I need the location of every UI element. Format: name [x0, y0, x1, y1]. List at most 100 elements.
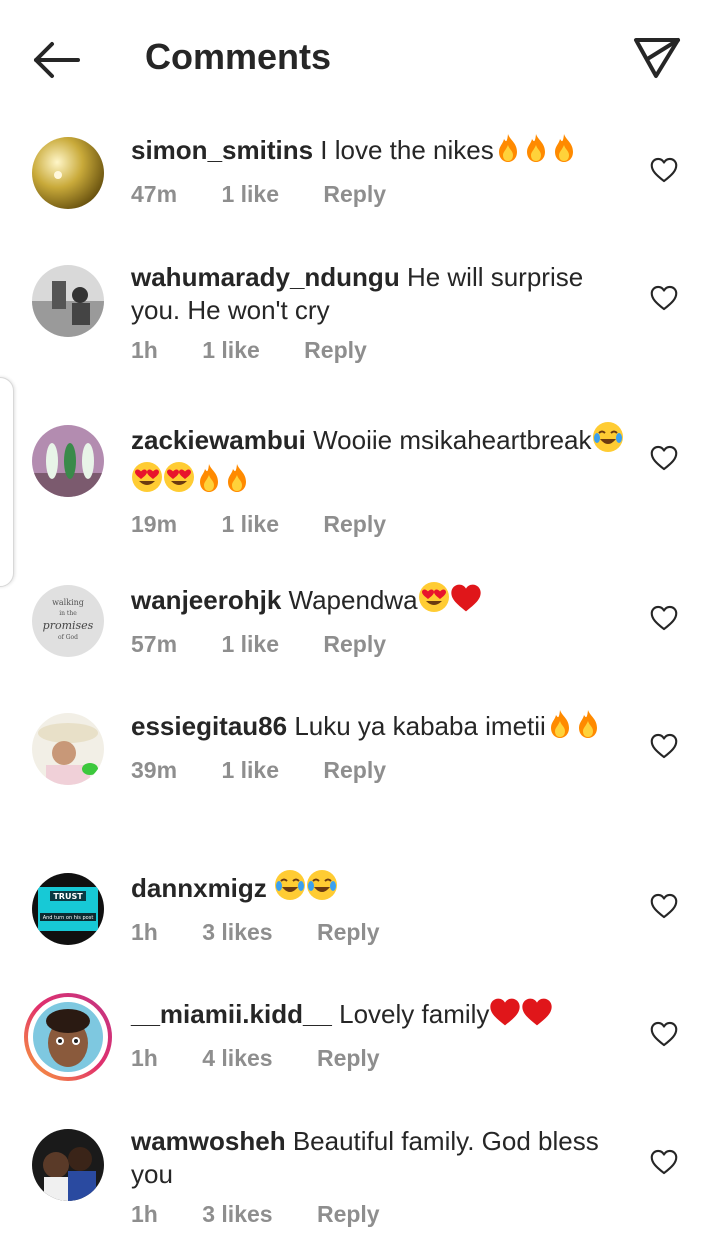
like-heart-icon[interactable] [650, 893, 678, 919]
username-link[interactable]: essiegitau86 [131, 711, 287, 741]
fire-emoji-icon [550, 133, 578, 171]
like-heart-icon[interactable] [650, 445, 678, 471]
username-link[interactable]: wanjeerohjk [131, 585, 281, 615]
avatar-story-ring[interactable] [24, 993, 112, 1081]
avatar[interactable] [32, 137, 104, 209]
timestamp: 1h [131, 1045, 158, 1071]
comment-meta: 57m 1 like Reply [131, 631, 631, 658]
reply-button[interactable]: Reply [323, 511, 386, 537]
emoji-group [489, 998, 553, 1029]
back-button[interactable] [28, 32, 84, 88]
comment-text-line: dannxmigz [131, 869, 631, 909]
side-edge-handle[interactable] [0, 377, 14, 587]
reply-button[interactable]: Reply [323, 631, 386, 657]
likes-count[interactable]: 1 like [221, 757, 279, 783]
username-link[interactable]: zackiewambui [131, 425, 306, 455]
username-link[interactable]: dannxmigz [131, 873, 267, 903]
comment-text-line: essiegitau86 Luku ya kababa imetii [131, 709, 631, 747]
comment-body: zackiewambui Wooiie msikaheartbreak 19m … [131, 421, 631, 538]
red-heart-emoji-icon [450, 583, 482, 621]
comment-body: simon_smitins I love the nikes 47m 1 lik… [131, 133, 631, 208]
comment-text-line: simon_smitins I love the nikes [131, 133, 631, 171]
fire-emoji-icon [494, 133, 522, 171]
fire-emoji-icon [195, 463, 223, 501]
comment-meta: 1h 4 likes Reply [131, 1045, 631, 1072]
joy-emoji-icon [592, 421, 624, 461]
likes-count[interactable]: 3 likes [202, 1201, 272, 1227]
comment-text: Luku ya kababa imetii [294, 711, 546, 741]
comment-body: wanjeerohjk Wapendwa 57m 1 like Reply [131, 581, 631, 658]
avatar[interactable]: TRUST And turn on his post [32, 873, 104, 945]
like-heart-icon[interactable] [650, 605, 678, 631]
likes-count[interactable]: 1 like [221, 181, 279, 207]
comment-body: __miamii.kidd__ Lovely family 1h 4 likes… [131, 997, 631, 1072]
comment-meta: 19m 1 like Reply [131, 511, 631, 538]
reply-button[interactable]: Reply [317, 1201, 380, 1227]
comment-text: I love the nikes [320, 135, 494, 165]
joy-emoji-icon [274, 869, 306, 909]
like-heart-icon[interactable] [650, 157, 678, 183]
page-title: Comments [145, 36, 332, 77]
paper-plane-icon [634, 38, 680, 78]
reply-button[interactable]: Reply [317, 919, 380, 945]
svg-text:of God: of God [58, 634, 78, 641]
emoji-group [494, 134, 578, 165]
svg-text:promises: promises [43, 619, 94, 632]
username-link[interactable]: wamwosheh [131, 1126, 286, 1156]
comment-text-line: __miamii.kidd__ Lovely family [131, 997, 631, 1035]
comment-meta: 1h 3 likes Reply [131, 1201, 631, 1228]
reply-button[interactable]: Reply [304, 337, 367, 363]
like-heart-icon[interactable] [650, 1021, 678, 1047]
red-heart-emoji-icon [489, 997, 521, 1035]
svg-text:in the: in the [59, 610, 77, 617]
emoji-group [546, 710, 602, 741]
comment-text: Wapendwa [288, 585, 418, 615]
timestamp: 19m [131, 511, 178, 537]
arrow-left-icon [34, 42, 80, 78]
likes-count[interactable]: 3 likes [202, 919, 272, 945]
red-heart-emoji-icon [521, 997, 553, 1035]
comment-text: Lovely family [339, 999, 490, 1029]
reply-button[interactable]: Reply [323, 757, 386, 783]
fire-emoji-icon [223, 463, 251, 501]
likes-count[interactable]: 1 like [221, 631, 279, 657]
username-link[interactable]: __miamii.kidd__ [131, 999, 332, 1029]
reply-button[interactable]: Reply [323, 181, 386, 207]
fire-emoji-icon [574, 709, 602, 747]
share-button[interactable] [628, 28, 684, 84]
joy-emoji-icon [306, 869, 338, 909]
likes-count[interactable]: 1 like [202, 337, 260, 363]
svg-text:TRUST: TRUST [53, 892, 83, 901]
svg-text:walking: walking [52, 598, 84, 607]
like-heart-icon[interactable] [650, 733, 678, 759]
timestamp: 57m [131, 631, 178, 657]
like-heart-icon[interactable] [650, 1149, 678, 1175]
avatar[interactable] [32, 425, 104, 497]
comment-meta: 1h 1 like Reply [131, 337, 631, 364]
avatar[interactable] [32, 713, 104, 785]
comment-body: wamwosheh Beautiful family. God bless yo… [131, 1125, 631, 1228]
like-heart-icon[interactable] [650, 285, 678, 311]
reply-button[interactable]: Reply [317, 1045, 380, 1071]
likes-count[interactable]: 1 like [221, 511, 279, 537]
comment-text-line: wamwosheh Beautiful family. God bless yo… [131, 1125, 631, 1191]
username-link[interactable]: simon_smitins [131, 135, 313, 165]
heart-eyes-emoji-icon [163, 461, 195, 501]
svg-text:And turn on his post: And turn on his post [43, 915, 94, 921]
comment-meta: 47m 1 like Reply [131, 181, 631, 208]
comment-body: dannxmigz 1h 3 likes Reply [131, 869, 631, 946]
avatar[interactable]: walking in the promises of God [32, 585, 104, 657]
avatar[interactable] [32, 1129, 104, 1201]
comment-body: wahumarady_ndungu He will surprise you. … [131, 261, 631, 364]
likes-count[interactable]: 4 likes [202, 1045, 272, 1071]
comment-text: Wooiie msikaheartbreak [313, 425, 592, 455]
comment-meta: 39m 1 like Reply [131, 757, 631, 784]
timestamp: 1h [131, 1201, 158, 1227]
avatar[interactable] [32, 265, 104, 337]
timestamp: 47m [131, 181, 178, 207]
emoji-group [418, 582, 482, 615]
username-link[interactable]: wahumarady_ndungu [131, 262, 400, 292]
emoji-group [274, 870, 338, 903]
heart-eyes-emoji-icon [418, 581, 450, 621]
heart-eyes-emoji-icon [131, 461, 163, 501]
